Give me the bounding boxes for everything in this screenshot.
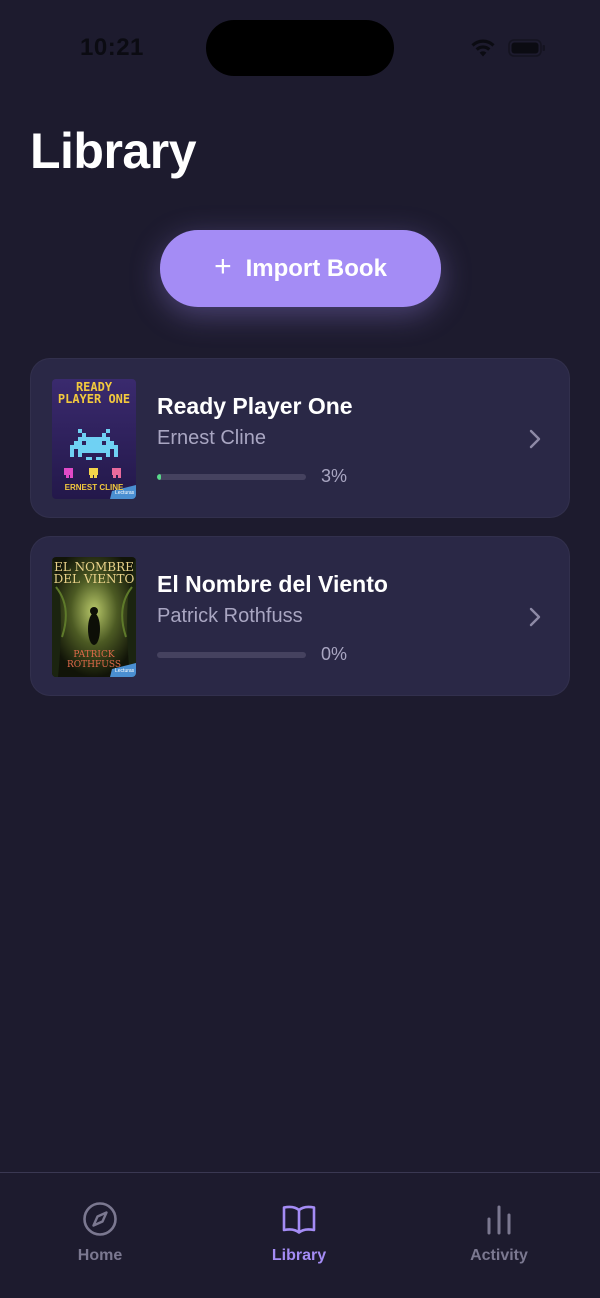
import-book-label: Import Book (245, 254, 387, 282)
dynamic-island (206, 20, 394, 76)
book-card-ready-player-one[interactable]: READY PLAYER ONE ERNEST CLINE Lecturas R… (30, 358, 570, 518)
page-title: Library (30, 123, 197, 179)
import-book-button[interactable]: + Import Book (160, 230, 441, 307)
book-open-icon (282, 1205, 316, 1234)
bar-chart-icon (487, 1205, 511, 1235)
cover-title-overlay: READY PLAYER ONE (57, 380, 131, 406)
reading-progress-label: 3% (321, 466, 348, 486)
chevron-right-icon (529, 607, 541, 627)
reading-progress-bar (157, 474, 306, 480)
tab-bar: Home Library Activity (0, 1172, 600, 1298)
book-card-el-nombre-del-viento[interactable]: EL NOMBRE DEL VIENTO PATRICK ROTHFUSS Le… (30, 536, 570, 696)
reading-progress-fill (157, 474, 162, 480)
battery-icon (508, 39, 545, 57)
tab-library[interactable]: Library (239, 1173, 359, 1298)
library-screen: 10:21 Library + Import Book READY PLAYER… (0, 0, 600, 1298)
book-author: Patrick Rothfuss (157, 605, 303, 627)
cover-badge: Lecturas (115, 668, 135, 674)
book-author: Ernest Cline (157, 427, 266, 449)
book-title: El Nombre del Viento (157, 571, 388, 597)
tab-label: Activity (470, 1247, 528, 1264)
wifi-icon (471, 39, 495, 57)
plus-icon: + (214, 250, 232, 283)
status-bar: 10:21 (0, 0, 600, 96)
book-title: Ready Player One (157, 393, 353, 419)
tab-label: Library (271, 1247, 327, 1264)
reading-progress-label: 0% (321, 644, 348, 664)
tab-label: Home (77, 1247, 123, 1264)
status-time: 10:21 (80, 34, 144, 61)
reading-progress-bar (157, 652, 306, 658)
cover-author-overlay: PATRICK ROTHFUSS (66, 650, 121, 670)
compass-icon (83, 1202, 117, 1236)
cover-badge: Lecturas (115, 490, 135, 496)
cover-title-overlay: EL NOMBRE DEL VIENTO (53, 560, 135, 586)
tab-activity[interactable]: Activity (439, 1173, 559, 1298)
tab-home[interactable]: Home (40, 1173, 160, 1298)
chevron-right-icon (529, 429, 541, 449)
